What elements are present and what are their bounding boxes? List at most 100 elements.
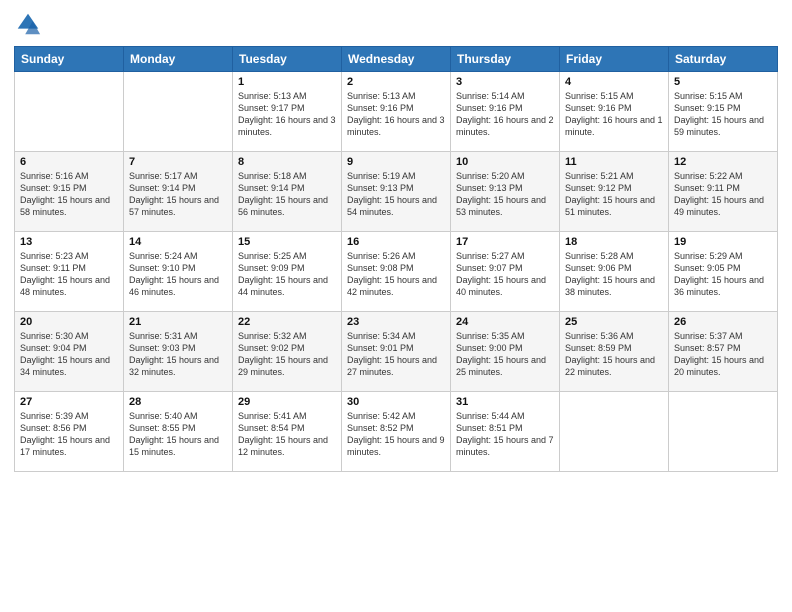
calendar-cell: 24 Sunrise: 5:35 AM Sunset: 9:00 PM Dayli… [451, 312, 560, 392]
calendar-week-row: 20Sunrise: 5:30 AM Sunset: 9:04 PM Dayli… [15, 312, 778, 392]
header [14, 10, 778, 38]
calendar-cell: 28 Sunrise: 5:40 AM Sunset: 8:55 PM Dayli… [124, 392, 233, 472]
day-info: Sunrise: 5:32 AM Sunset: 9:02 PM Dayligh… [238, 330, 336, 379]
day-number: 19 [674, 236, 772, 248]
day-number: 13 [20, 236, 118, 248]
day-info: Sunrise: 5:22 AM Sunset: 9:11 PM Dayligh… [674, 170, 772, 219]
calendar-cell: 26 Sunrise: 5:37 AM Sunset: 8:57 PM Dayli… [669, 312, 778, 392]
day-number: 12 [674, 156, 772, 168]
weekday-header: Saturday [669, 47, 778, 72]
day-number: 1 [238, 76, 336, 88]
calendar-cell [669, 392, 778, 472]
day-info: Sunrise: 5:16 AM Sunset: 9:15 PM Dayligh… [20, 170, 118, 219]
calendar-cell: 29Sunrise: 5:41 AM Sunset: 8:54 PM Dayli… [233, 392, 342, 472]
day-info: Sunrise: 5:26 AM Sunset: 9:08 PM Dayligh… [347, 250, 445, 299]
calendar-cell: 17Sunrise: 5:27 AM Sunset: 9:07 PM Dayli… [451, 232, 560, 312]
day-number: 23 [347, 316, 445, 328]
calendar-cell: 7 Sunrise: 5:17 AM Sunset: 9:14 PM Daylig… [124, 152, 233, 232]
day-number: 9 [347, 156, 445, 168]
day-info: Sunrise: 5:37 AM Sunset: 8:57 PM Dayligh… [674, 330, 772, 379]
day-info: Sunrise: 5:17 AM Sunset: 9:14 PM Dayligh… [129, 170, 227, 219]
day-number: 3 [456, 76, 554, 88]
day-number: 6 [20, 156, 118, 168]
day-number: 2 [347, 76, 445, 88]
calendar-cell: 4 Sunrise: 5:15 AM Sunset: 9:16 PM Daylig… [560, 72, 669, 152]
calendar-cell: 3 Sunrise: 5:14 AM Sunset: 9:16 PM Daylig… [451, 72, 560, 152]
calendar-cell: 14 Sunrise: 5:24 AM Sunset: 9:10 PM Dayli… [124, 232, 233, 312]
day-number: 30 [347, 396, 445, 408]
day-info: Sunrise: 5:23 AM Sunset: 9:11 PM Dayligh… [20, 250, 118, 299]
day-number: 15 [238, 236, 336, 248]
calendar-cell: 30 Sunrise: 5:42 AM Sunset: 8:52 PM Dayli… [342, 392, 451, 472]
day-number: 7 [129, 156, 227, 168]
calendar-cell [560, 392, 669, 472]
day-info: Sunrise: 5:13 AM Sunset: 9:17 PM Dayligh… [238, 90, 336, 139]
day-number: 26 [674, 316, 772, 328]
day-info: Sunrise: 5:15 AM Sunset: 9:15 PM Dayligh… [674, 90, 772, 139]
calendar-cell: 11Sunrise: 5:21 AM Sunset: 9:12 PM Dayli… [560, 152, 669, 232]
day-info: Sunrise: 5:13 AM Sunset: 9:16 PM Dayligh… [347, 90, 445, 139]
day-info: Sunrise: 5:25 AM Sunset: 9:09 PM Dayligh… [238, 250, 336, 299]
day-info: Sunrise: 5:42 AM Sunset: 8:52 PM Dayligh… [347, 410, 445, 459]
calendar-cell: 8 Sunrise: 5:18 AM Sunset: 9:14 PM Daylig… [233, 152, 342, 232]
logo [14, 10, 46, 38]
day-number: 21 [129, 316, 227, 328]
calendar-cell: 6 Sunrise: 5:16 AM Sunset: 9:15 PM Daylig… [15, 152, 124, 232]
calendar-cell: 19 Sunrise: 5:29 AM Sunset: 9:05 PM Dayli… [669, 232, 778, 312]
day-number: 27 [20, 396, 118, 408]
calendar-cell: 27 Sunrise: 5:39 AM Sunset: 8:56 PM Dayli… [15, 392, 124, 472]
day-number: 20 [20, 316, 118, 328]
day-info: Sunrise: 5:19 AM Sunset: 9:13 PM Dayligh… [347, 170, 445, 219]
day-info: Sunrise: 5:15 AM Sunset: 9:16 PM Dayligh… [565, 90, 663, 139]
calendar-cell: 16Sunrise: 5:26 AM Sunset: 9:08 PM Dayli… [342, 232, 451, 312]
day-info: Sunrise: 5:29 AM Sunset: 9:05 PM Dayligh… [674, 250, 772, 299]
day-info: Sunrise: 5:24 AM Sunset: 9:10 PM Dayligh… [129, 250, 227, 299]
calendar-cell: 2 Sunrise: 5:13 AM Sunset: 9:16 PM Daylig… [342, 72, 451, 152]
day-number: 22 [238, 316, 336, 328]
calendar-cell: 22 Sunrise: 5:32 AM Sunset: 9:02 PM Dayli… [233, 312, 342, 392]
day-info: Sunrise: 5:18 AM Sunset: 9:14 PM Dayligh… [238, 170, 336, 219]
weekday-header: Friday [560, 47, 669, 72]
calendar-cell: 10 Sunrise: 5:20 AM Sunset: 9:13 PM Dayli… [451, 152, 560, 232]
day-info: Sunrise: 5:39 AM Sunset: 8:56 PM Dayligh… [20, 410, 118, 459]
weekday-header: Tuesday [233, 47, 342, 72]
weekday-header: Thursday [451, 47, 560, 72]
day-info: Sunrise: 5:21 AM Sunset: 9:12 PM Dayligh… [565, 170, 663, 219]
weekday-header: Monday [124, 47, 233, 72]
calendar-cell: 13 Sunrise: 5:23 AM Sunset: 9:11 PM Dayli… [15, 232, 124, 312]
calendar-cell: 12 Sunrise: 5:22 AM Sunset: 9:11 PM Dayli… [669, 152, 778, 232]
day-number: 25 [565, 316, 663, 328]
day-number: 24 [456, 316, 554, 328]
day-number: 10 [456, 156, 554, 168]
day-number: 4 [565, 76, 663, 88]
page: SundayMondayTuesdayWednesdayThursdayFrid… [0, 0, 792, 612]
day-info: Sunrise: 5:36 AM Sunset: 8:59 PM Dayligh… [565, 330, 663, 379]
calendar-week-row: 1 Sunrise: 5:13 AM Sunset: 9:17 PM Daylig… [15, 72, 778, 152]
day-number: 8 [238, 156, 336, 168]
calendar-cell: 9 Sunrise: 5:19 AM Sunset: 9:13 PM Daylig… [342, 152, 451, 232]
logo-icon [14, 10, 42, 38]
day-number: 28 [129, 396, 227, 408]
calendar-cell: 21 Sunrise: 5:31 AM Sunset: 9:03 PM Dayli… [124, 312, 233, 392]
weekday-header: Sunday [15, 47, 124, 72]
calendar: SundayMondayTuesdayWednesdayThursdayFrid… [14, 46, 778, 472]
day-number: 5 [674, 76, 772, 88]
calendar-cell: 5 Sunrise: 5:15 AM Sunset: 9:15 PM Daylig… [669, 72, 778, 152]
day-info: Sunrise: 5:41 AM Sunset: 8:54 PM Dayligh… [238, 410, 336, 459]
day-info: Sunrise: 5:14 AM Sunset: 9:16 PM Dayligh… [456, 90, 554, 139]
day-info: Sunrise: 5:27 AM Sunset: 9:07 PM Dayligh… [456, 250, 554, 299]
day-number: 14 [129, 236, 227, 248]
day-info: Sunrise: 5:20 AM Sunset: 9:13 PM Dayligh… [456, 170, 554, 219]
calendar-cell: 20Sunrise: 5:30 AM Sunset: 9:04 PM Dayli… [15, 312, 124, 392]
calendar-week-row: 27 Sunrise: 5:39 AM Sunset: 8:56 PM Dayli… [15, 392, 778, 472]
day-number: 31 [456, 396, 554, 408]
calendar-header-row: SundayMondayTuesdayWednesdayThursdayFrid… [15, 47, 778, 72]
day-info: Sunrise: 5:34 AM Sunset: 9:01 PM Dayligh… [347, 330, 445, 379]
day-info: Sunrise: 5:35 AM Sunset: 9:00 PM Dayligh… [456, 330, 554, 379]
day-info: Sunrise: 5:40 AM Sunset: 8:55 PM Dayligh… [129, 410, 227, 459]
calendar-cell: 31Sunrise: 5:44 AM Sunset: 8:51 PM Dayli… [451, 392, 560, 472]
day-info: Sunrise: 5:31 AM Sunset: 9:03 PM Dayligh… [129, 330, 227, 379]
calendar-cell: 25 Sunrise: 5:36 AM Sunset: 8:59 PM Dayli… [560, 312, 669, 392]
calendar-cell: 15 Sunrise: 5:25 AM Sunset: 9:09 PM Dayli… [233, 232, 342, 312]
calendar-week-row: 6 Sunrise: 5:16 AM Sunset: 9:15 PM Daylig… [15, 152, 778, 232]
